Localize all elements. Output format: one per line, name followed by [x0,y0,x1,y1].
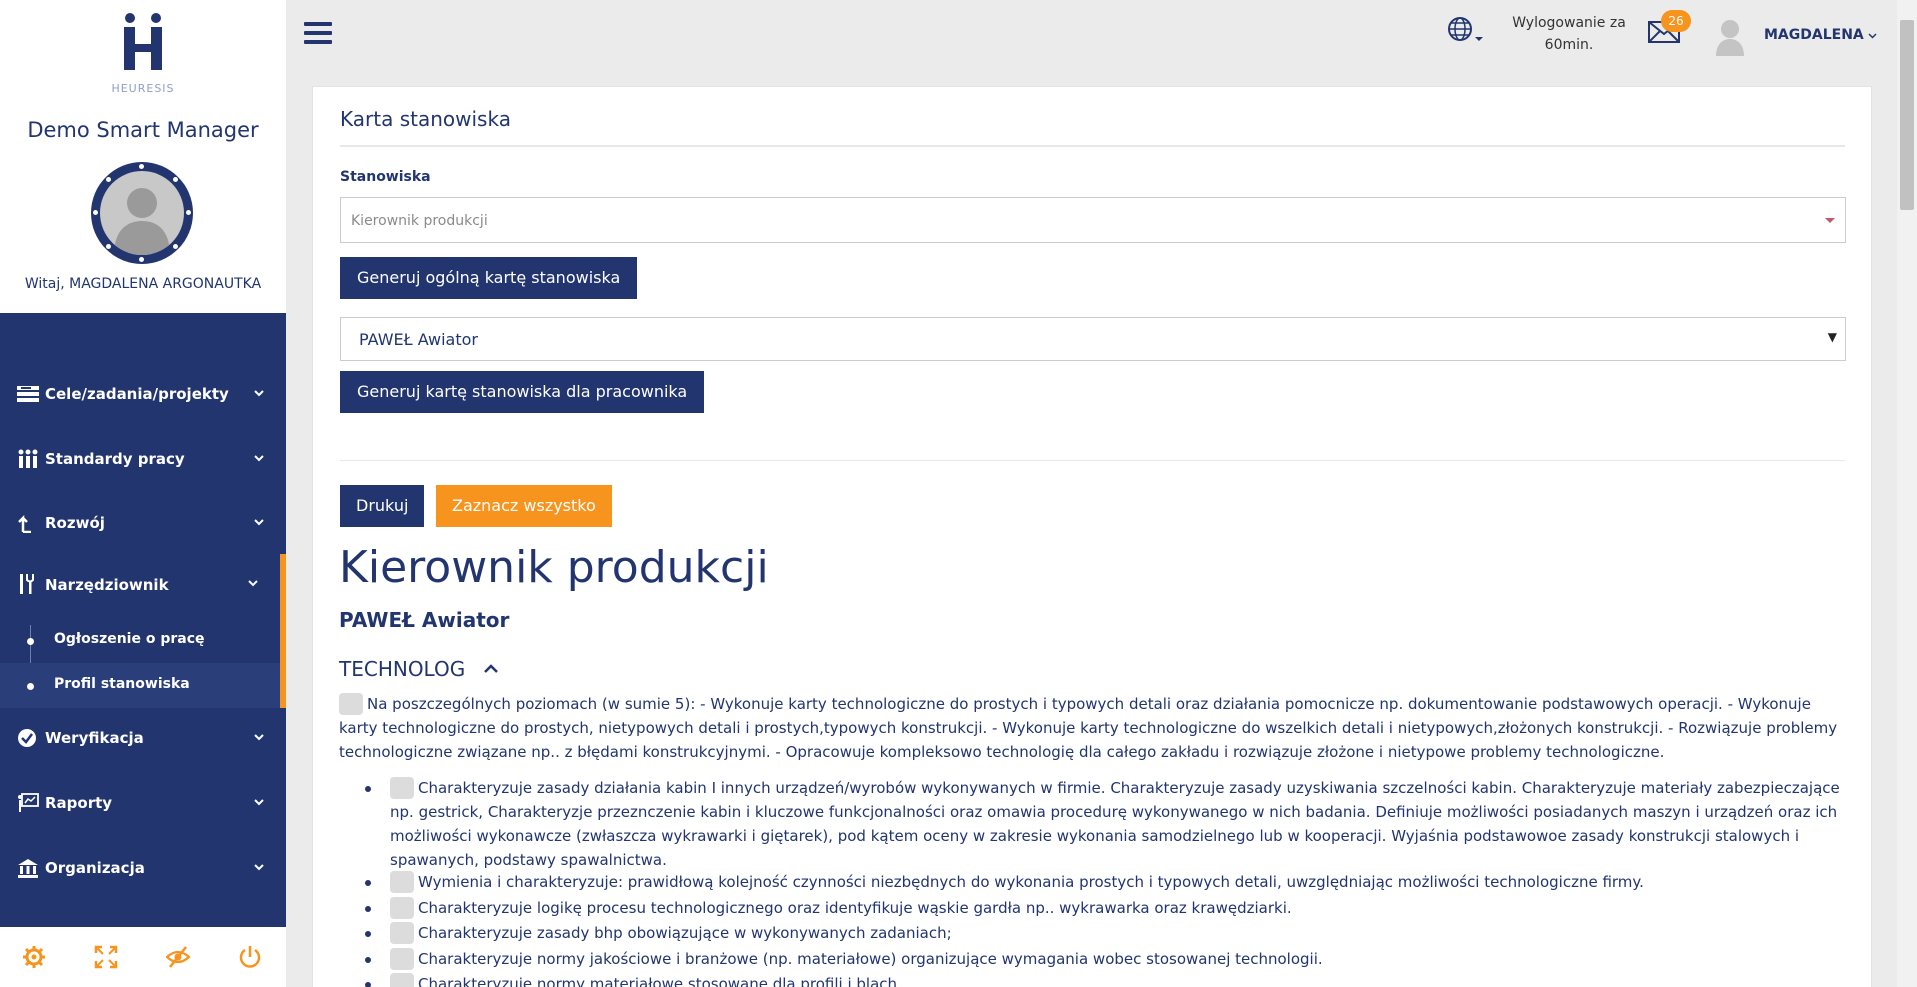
chevron-down-icon [248,580,258,587]
scrollbar-thumb[interactable] [1900,20,1914,210]
mail-count-badge: 26 [1661,10,1691,32]
page-scrollbar[interactable] [1897,0,1917,987]
sidebar-item-rozwoj[interactable]: Rozwój [0,501,286,545]
checkbox[interactable] [390,947,414,970]
chevron-down-icon [254,734,264,741]
sidebar-profile: HEURESIS Demo Smart Manager Witaj, MAGDA… [0,0,286,313]
employee-select-value: PAWEŁ Awiator [359,330,478,349]
skill-text: Charakteryzuje zasady działania kabin I … [390,779,1840,869]
chevron-down-icon [254,799,264,806]
divider [340,145,1845,147]
checkbox[interactable] [390,972,414,987]
skill-text: Charakteryzuje zasady bhp obowiązujące w… [418,924,952,942]
sidebar-item-label: Cele/zadania/projekty [45,385,229,403]
app-title: Demo Smart Manager [27,118,259,142]
sidebar-item-narzedziownik[interactable]: Narzędziownik [0,554,286,618]
caret-down-icon: ▼ [1827,330,1837,344]
skill-list-item: Charakteryzuje normy materiałowe stosowa… [365,972,1846,987]
caret-down-icon [1825,218,1835,223]
logo-text: HEURESIS [111,82,175,95]
checkbox[interactable] [390,870,414,893]
chevron-up-icon[interactable] [484,663,498,673]
sidebar-item-raporty[interactable]: Raporty [0,781,286,825]
page-title: Karta stanowiska [340,107,511,131]
growth-icon [18,514,31,533]
sidebar-item-label: Rozwój [45,514,105,532]
skill-list-item: Charakteryzuje zasady działania kabin I … [365,776,1846,872]
person-icon [114,188,170,255]
sidebar-footer [0,927,286,987]
fullscreen-icon[interactable] [94,945,118,969]
eye-slash-icon[interactable] [166,945,190,969]
chevron-down-icon [254,390,264,397]
checkbox[interactable] [390,896,414,919]
sidebar-item-organizacja[interactable]: Organizacja [0,846,286,890]
bullet-icon [27,683,34,690]
skill-text: Charakteryzuje normy materiałowe stosowa… [418,975,898,987]
top-bar: Wylogowanie za 60min. 26 MAGDALENA [286,0,1897,72]
employee-select[interactable]: PAWEŁ Awiator ▼ [340,317,1846,361]
active-indicator [280,554,286,708]
sidebar-subitem-profil[interactable]: Profil stanowiska [0,663,280,708]
user-avatar-icon[interactable] [1714,18,1746,56]
sidebar-subitem-label: Profil stanowiska [54,676,190,692]
sidebar-item-label: Narzędziownik [45,576,169,594]
sidebar-item-label: Weryfikacja [45,729,144,747]
position-select-value: Kierownik produkcji [351,213,488,229]
profile-avatar[interactable] [91,162,193,264]
skill-text: Charakteryzuje normy jakościowe i branżo… [418,950,1323,968]
position-label: Stanowiska [340,169,431,185]
chevron-down-icon[interactable] [1868,31,1877,40]
section-title[interactable]: TECHNOLOG [339,657,465,681]
checkbox[interactable] [390,776,414,799]
sidebar: HEURESIS Demo Smart Manager Witaj, MAGDA… [0,0,286,987]
skill-list-item: Charakteryzuje logikę procesu technologi… [365,896,1846,920]
card-employee: PAWEŁ Awiator [339,608,510,632]
tools-icon [20,574,34,594]
skill-text: Charakteryzuje logikę procesu technologi… [418,899,1292,917]
user-name[interactable]: MAGDALENA [1764,27,1864,43]
card-title: Kierownik produkcji [339,542,769,593]
section-intro: Na poszczególnych poziomach (w sumie 5):… [339,692,1845,764]
welcome-text: Witaj, MAGDALENA ARGONAUTKA [24,276,262,292]
generate-employee-card-button[interactable]: Generuj kartę stanowiska dla pracownika [340,371,705,413]
divider [340,460,1845,461]
sidebar-item-label: Standardy pracy [45,450,185,468]
sidebar-item-label: Raporty [45,794,113,812]
sidebar-item-standardy[interactable]: Standardy pracy [0,437,286,481]
skill-list-item: Charakteryzuje normy jakościowe i branżo… [365,947,1846,971]
print-button[interactable]: Drukuj [340,485,425,527]
logout-timer: Wylogowanie za 60min. [1504,12,1634,56]
skill-text: Wymienia i charakteryzuje: prawidłową ko… [418,873,1644,891]
select-all-button[interactable]: Zaznacz wszystko [436,485,612,527]
menu-toggle-icon[interactable] [304,22,332,46]
heuresis-logo [124,13,162,70]
people-icon [18,449,38,468]
sidebar-item-cele[interactable]: Cele/zadania/projekty [0,372,286,416]
logout-timer-line2: 60min. [1544,37,1594,53]
gear-icon[interactable] [22,945,46,969]
checkbox[interactable] [390,921,414,944]
building-icon [18,859,38,878]
power-icon[interactable] [238,945,262,969]
check-icon [18,729,36,747]
skill-list-item: Charakteryzuje zasady bhp obowiązujące w… [365,921,1846,945]
generate-general-card-button[interactable]: Generuj ogólną kartę stanowiska [340,257,638,299]
section-intro-text: Na poszczególnych poziomach (w sumie 5):… [339,695,1838,761]
sidebar-item-weryfikacja[interactable]: Weryfikacja [0,716,286,760]
logout-timer-line1: Wylogowanie za [1512,15,1626,31]
sidebar-subitem-ogloszenie[interactable]: Ogłoszenie o pracę [0,618,280,663]
chevron-down-icon [254,864,264,871]
skill-list-item: Wymienia i charakteryzuje: prawidłową ko… [365,870,1846,894]
sidebar-subitem-label: Ogłoszenie o pracę [54,631,205,647]
sidebar-item-label: Organizacja [45,859,145,877]
position-select[interactable]: Kierownik produkcji [340,197,1846,243]
chevron-down-icon [254,455,264,462]
bullet-icon [27,638,34,645]
globe-icon[interactable] [1448,17,1484,45]
chevron-down-icon [254,519,264,526]
tasks-icon [17,386,39,402]
report-icon [18,793,39,812]
checkbox[interactable] [339,692,363,715]
